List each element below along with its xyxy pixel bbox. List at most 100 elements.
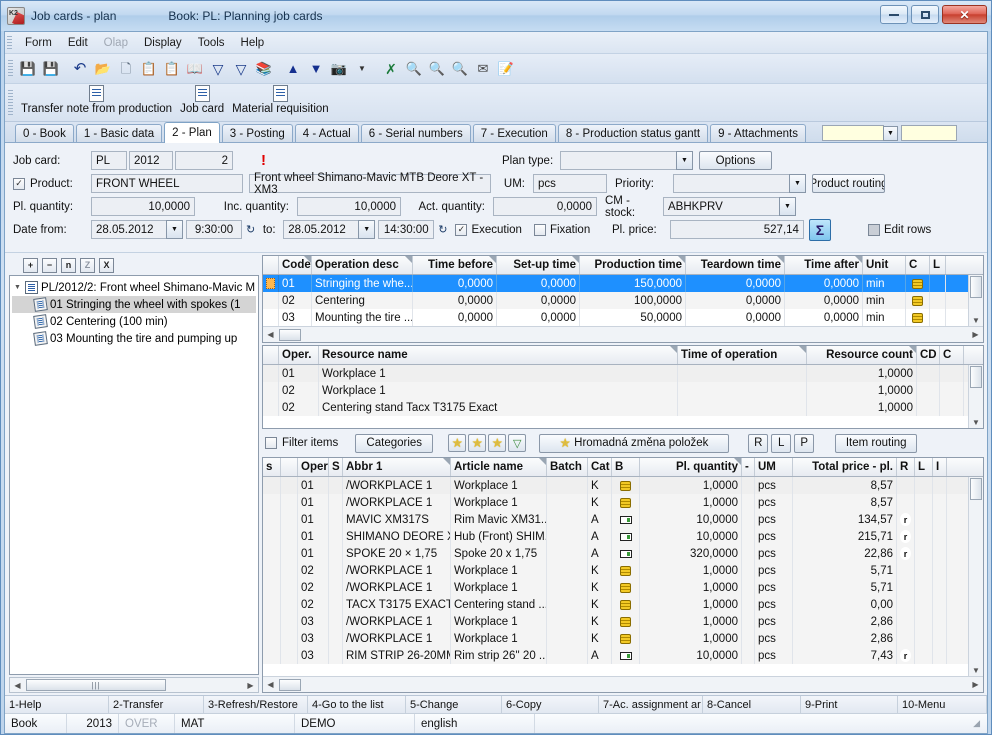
collapse-triangle-icon[interactable]: ▼: [14, 284, 25, 291]
scrollbar-thumb[interactable]: [970, 366, 982, 388]
fn-key-4-go-to-the-list[interactable]: 4-Go to the list: [308, 696, 406, 713]
product-routing-button[interactable]: Product routing: [812, 174, 885, 193]
filter-green-button[interactable]: ▽: [508, 434, 526, 452]
column-header-batch[interactable]: Batch: [547, 458, 588, 476]
tree-x-button[interactable]: X: [99, 258, 114, 273]
calendar-chevron-icon[interactable]: ▼: [358, 220, 375, 239]
scrollbar-thumb[interactable]: |||: [26, 679, 166, 691]
star-add-button[interactable]: ✯: [468, 434, 486, 452]
table-row[interactable]: 03RIM STRIP 26-20MMRim strip 26'' 20 ...…: [263, 647, 968, 664]
execution-checkbox[interactable]: ✓: [455, 224, 467, 236]
column-header-total-price-pl[interactable]: Total price - pl.: [793, 458, 897, 476]
l-button[interactable]: L: [771, 434, 791, 453]
item-routing-button[interactable]: Item routing: [835, 434, 917, 453]
tree-horizontal-scrollbar[interactable]: ◀ ||| ▶: [9, 677, 259, 693]
fn-key-7-ac-assignment[interactable]: 7-Ac. assignment ar: [599, 696, 703, 713]
act-quantity-field[interactable]: 0,0000: [493, 197, 597, 216]
tab-posting[interactable]: 3 - Posting: [222, 124, 293, 142]
material-requisition-button[interactable]: Material requisition: [228, 84, 333, 115]
column-header-l[interactable]: L: [915, 458, 933, 476]
star-remove-button[interactable]: ✯: [488, 434, 506, 452]
column-header-i[interactable]: I: [933, 458, 947, 476]
column-header-s[interactable]: s: [263, 458, 281, 476]
menu-tools[interactable]: Tools: [190, 35, 233, 51]
minimize-button[interactable]: [880, 5, 908, 24]
chevron-down-icon[interactable]: ▼: [779, 197, 796, 216]
tab-basic-data[interactable]: 1 - Basic data: [76, 124, 162, 142]
column-header-c[interactable]: C: [906, 256, 930, 274]
copy-icon[interactable]: 📋: [138, 58, 160, 80]
resize-grip-icon[interactable]: ◢: [967, 717, 981, 730]
fn-key-1-help[interactable]: 1-Help: [5, 696, 109, 713]
close-button[interactable]: ✕: [942, 5, 987, 24]
priority-field[interactable]: [673, 174, 790, 193]
tree-node-operation-01[interactable]: 01 Stringing the wheel with spokes (1: [12, 296, 256, 313]
time-from-field[interactable]: 9:30:00: [186, 220, 242, 239]
column-header-um[interactable]: UM: [755, 458, 793, 476]
column-header-cd[interactable]: CD: [917, 346, 940, 364]
table-row[interactable]: 03/WORKPLACE 1Workplace 1K1,0000pcs2,86: [263, 613, 968, 630]
operations-vertical-scrollbar[interactable]: ▼: [968, 275, 983, 326]
quick-search-input-2[interactable]: [901, 125, 957, 141]
scroll-left-icon[interactable]: ◀: [264, 330, 277, 339]
column-header-unit[interactable]: Unit: [863, 256, 906, 274]
clock-icon[interactable]: ↻: [438, 223, 447, 236]
column-header-pl-quantity[interactable]: Pl. quantity: [640, 458, 742, 476]
tree-node-operation-02[interactable]: 02 Centering (100 min): [12, 313, 256, 330]
job-card-number-field[interactable]: 2: [175, 151, 233, 170]
fixation-checkbox[interactable]: ✓: [534, 224, 546, 236]
column-header-resource-name[interactable]: Resource name: [319, 346, 678, 364]
time-to-field[interactable]: 14:30:00: [378, 220, 434, 239]
move-up-icon[interactable]: ▲: [282, 58, 304, 80]
column-header-teardown-time[interactable]: Teardown time: [686, 256, 785, 274]
date-from-field[interactable]: 28.05.2012: [91, 220, 167, 239]
job-card-button[interactable]: Job card: [176, 84, 228, 115]
column-header-cat[interactable]: Cat: [588, 458, 612, 476]
chevron-down-icon[interactable]: ▼: [789, 174, 806, 193]
column-header-abbr-1[interactable]: Abbr 1: [343, 458, 451, 476]
table-row[interactable]: 01/WORKPLACE 1Workplace 1K1,0000pcs8,57: [263, 477, 968, 494]
date-to-field[interactable]: 28.05.2012: [283, 220, 359, 239]
save-icon[interactable]: 💾: [17, 58, 39, 80]
print-stack-icon[interactable]: 📚: [253, 58, 275, 80]
fn-key-9-print[interactable]: 9-Print: [801, 696, 898, 713]
table-row[interactable]: 01 Stringing the whe... 0,0000 0,0000 15…: [263, 275, 968, 292]
dropdown-arrow-icon[interactable]: ▼: [351, 58, 373, 80]
plan-type-field[interactable]: [560, 151, 677, 170]
calendar-chevron-icon[interactable]: ▼: [166, 220, 183, 239]
p-button[interactable]: P: [794, 434, 814, 453]
menu-help[interactable]: Help: [233, 35, 273, 51]
fn-key-5-change[interactable]: 5-Change: [406, 696, 502, 713]
scroll-left-icon[interactable]: ◀: [264, 680, 277, 689]
row-selector-icon[interactable]: [266, 278, 275, 289]
column-header-time-after[interactable]: Time after: [785, 256, 863, 274]
chevron-down-icon[interactable]: ▼: [676, 151, 693, 170]
scroll-down-icon[interactable]: ▼: [970, 418, 983, 427]
job-card-year-field[interactable]: 2012: [129, 151, 173, 170]
items-grid[interactable]: s Oper S Abbr 1 Article name Batch Cat B…: [262, 457, 984, 693]
job-card-prefix-field[interactable]: PL: [91, 151, 127, 170]
column-header-l[interactable]: L: [930, 256, 946, 274]
quick-search-input[interactable]: [822, 125, 884, 141]
scroll-right-icon[interactable]: ▶: [969, 330, 982, 339]
categories-button[interactable]: Categories: [355, 434, 433, 453]
column-header-c[interactable]: C: [940, 346, 964, 364]
column-header-resource-count[interactable]: Resource count: [807, 346, 917, 364]
star-button[interactable]: ✯: [448, 434, 466, 452]
scroll-down-icon[interactable]: ▼: [970, 666, 983, 675]
product-description-field[interactable]: Front wheel Shimano-Mavic MTB Deore XT -…: [249, 174, 491, 193]
column-header-s2[interactable]: S: [329, 458, 343, 476]
table-row[interactable]: 02/WORKPLACE 1Workplace 1K1,0000pcs5,71: [263, 562, 968, 579]
column-header-time-before[interactable]: Time before: [413, 256, 497, 274]
scroll-down-icon[interactable]: ▼: [970, 316, 983, 325]
table-row[interactable]: 01/WORKPLACE 1Workplace 1K1,0000pcs8,57: [263, 494, 968, 511]
maximize-button[interactable]: [911, 5, 939, 24]
inc-quantity-field[interactable]: 10,0000: [297, 197, 401, 216]
paste-icon[interactable]: 📋: [161, 58, 183, 80]
tab-attachments[interactable]: 9 - Attachments: [710, 124, 806, 142]
edit-doc-icon[interactable]: 📝: [495, 58, 517, 80]
edit-rows-checkbox[interactable]: ✓: [868, 224, 880, 236]
table-row[interactable]: 02/WORKPLACE 1Workplace 1K1,0000pcs5,71: [263, 579, 968, 596]
tree-root-node[interactable]: ▼ PL/2012/2: Front wheel Shimano-Mavic M: [12, 279, 256, 296]
chevron-down-icon[interactable]: ▼: [883, 126, 898, 141]
